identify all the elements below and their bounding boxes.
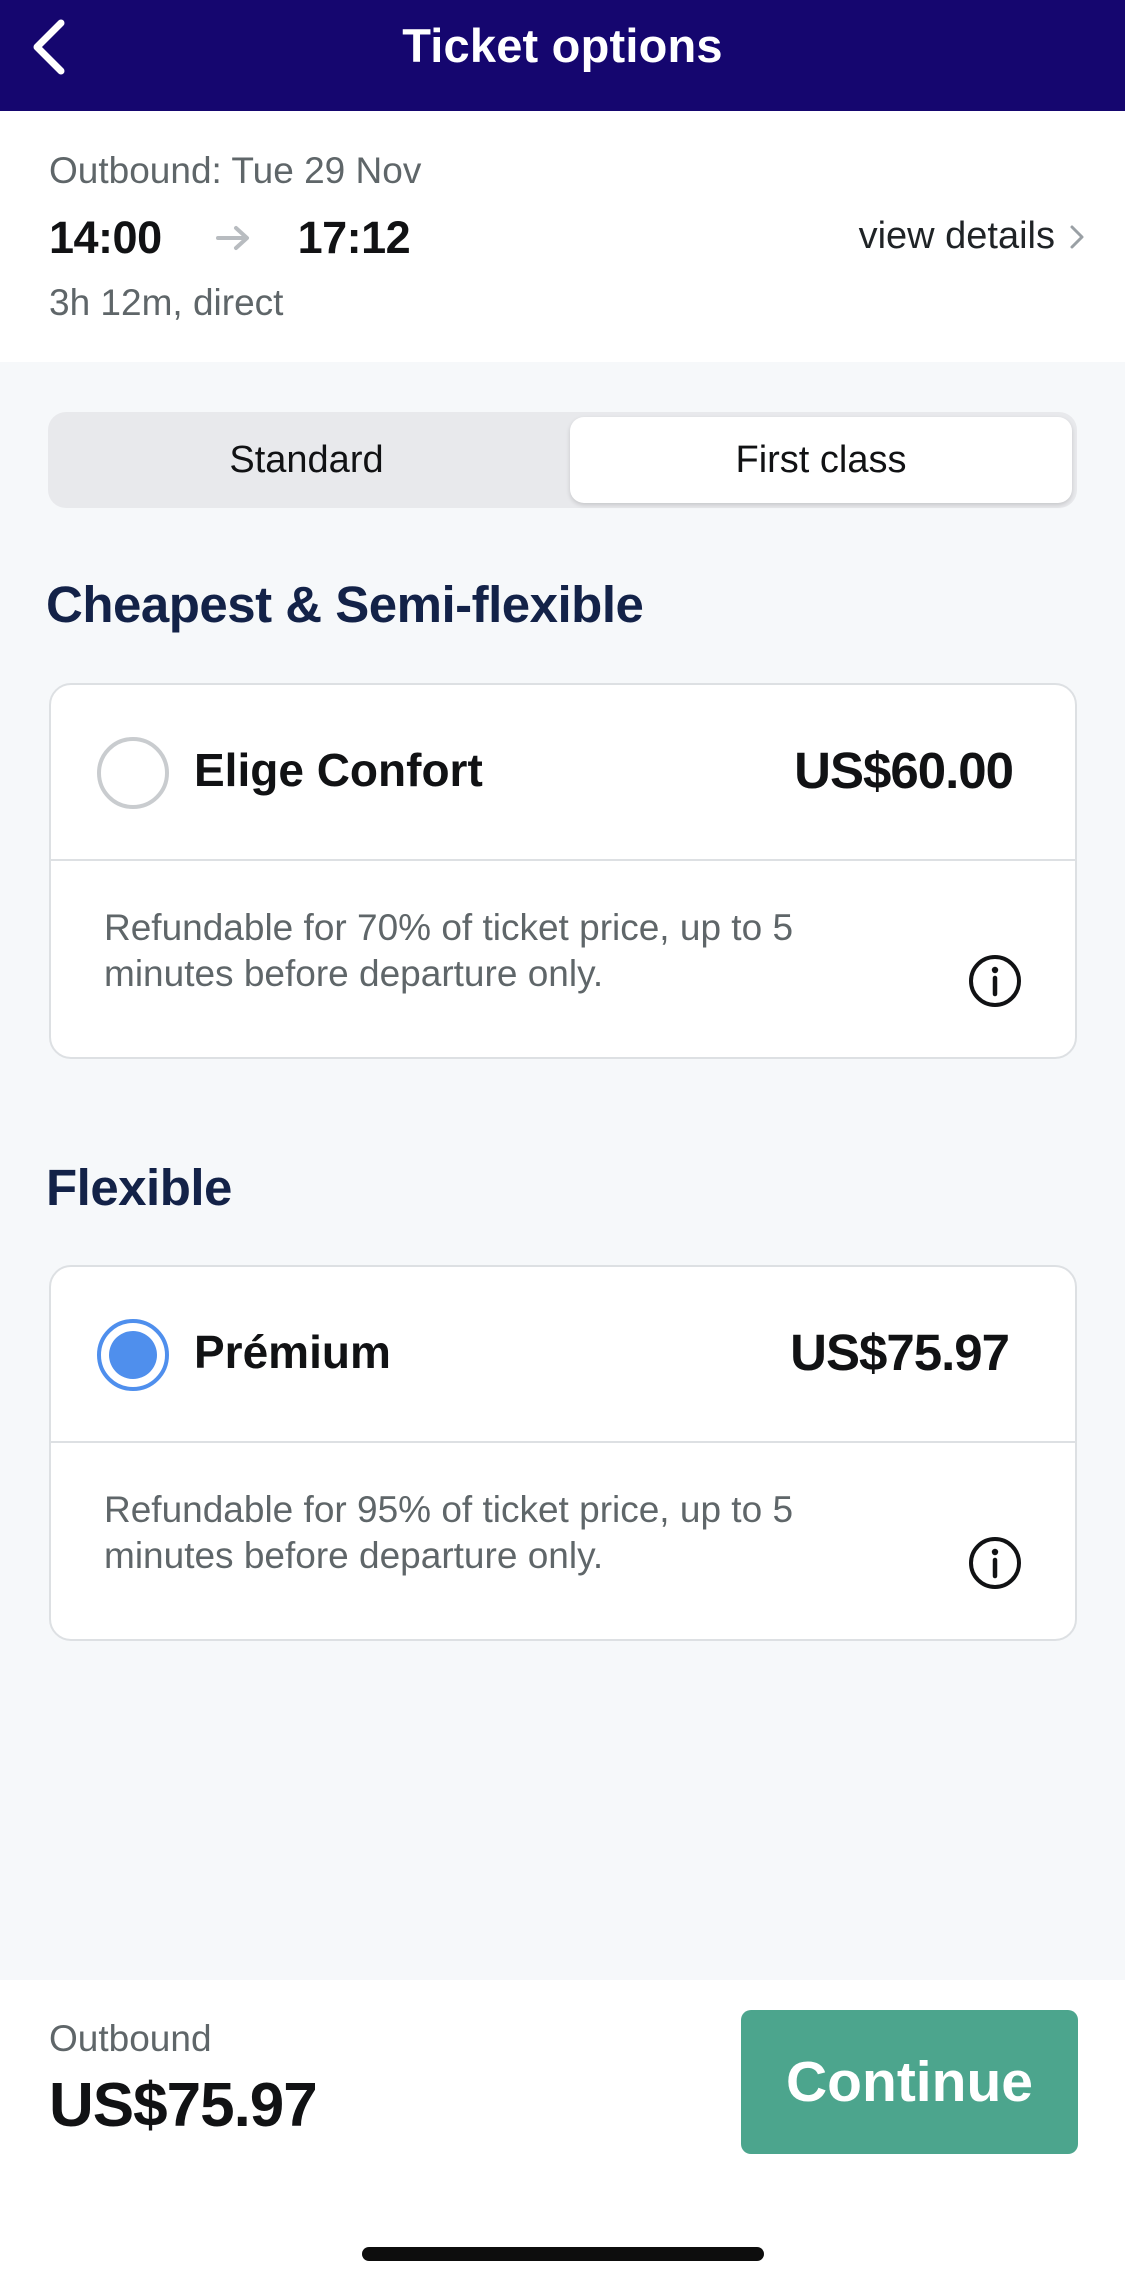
journey-summary: Outbound: Tue 29 Nov 14:00 17:12 3h 12m,… — [0, 111, 1125, 362]
outbound-date: Outbound: Tue 29 Nov — [49, 150, 422, 191]
ticket-options-screen: Ticket options Outbound: Tue 29 Nov 14:0… — [0, 0, 1125, 2284]
continue-button[interactable]: Continue — [741, 2010, 1078, 2154]
card-divider — [51, 1441, 1075, 1443]
view-details-label: view details — [858, 215, 1055, 257]
chevron-right-icon — [1070, 225, 1084, 248]
fare-price: US$60.00 — [794, 742, 1014, 799]
journey-times: 14:00 17:12 — [49, 212, 411, 263]
depart-time: 14:00 — [49, 212, 162, 263]
page-title: Ticket options — [402, 19, 723, 72]
fare-card-header: Elige Confort US$60.00 — [51, 685, 1075, 861]
fare-name: Elige Confort — [194, 744, 483, 796]
journey-duration: 3h 12m, direct — [49, 282, 284, 323]
fare-price: US$75.97 — [790, 1324, 1010, 1381]
arrive-time: 17:12 — [297, 212, 411, 263]
fare-card-header: Prémium US$75.97 — [51, 1267, 1075, 1443]
fare-radio-selected[interactable] — [97, 1319, 169, 1391]
info-icon[interactable] — [967, 1535, 1023, 1591]
tab-standard[interactable]: Standard — [53, 417, 560, 503]
info-icon[interactable] — [967, 953, 1023, 1009]
view-details-link[interactable]: view details — [859, 215, 1085, 258]
fare-name: Prémium — [194, 1326, 391, 1378]
total-label: Outbound — [49, 2018, 212, 2059]
tab-first-class[interactable]: First class — [570, 417, 1072, 503]
fare-card-premium[interactable]: Prémium US$75.97 Refundable for 95% of t… — [49, 1265, 1077, 1641]
card-divider — [51, 859, 1075, 861]
total-price: US$75.97 — [49, 2071, 318, 2140]
section-title-flexible: Flexible — [46, 1159, 232, 1216]
section-title-cheapest: Cheapest & Semi-flexible — [46, 576, 644, 633]
fare-description: Refundable for 95% of ticket price, up t… — [104, 1489, 794, 1576]
checkout-bar: Outbound US$75.97 Continue — [0, 1980, 1125, 2284]
fare-radio-unselected[interactable] — [97, 737, 169, 809]
header-bar: Ticket options — [0, 0, 1125, 111]
home-indicator[interactable] — [362, 2247, 764, 2261]
arrow-right-icon — [215, 224, 252, 252]
fare-card-elige-confort[interactable]: Elige Confort US$60.00 Refundable for 70… — [49, 683, 1077, 1059]
class-segmented-control: Standard First class — [48, 412, 1077, 508]
fare-description: Refundable for 70% of ticket price, up t… — [104, 907, 794, 994]
